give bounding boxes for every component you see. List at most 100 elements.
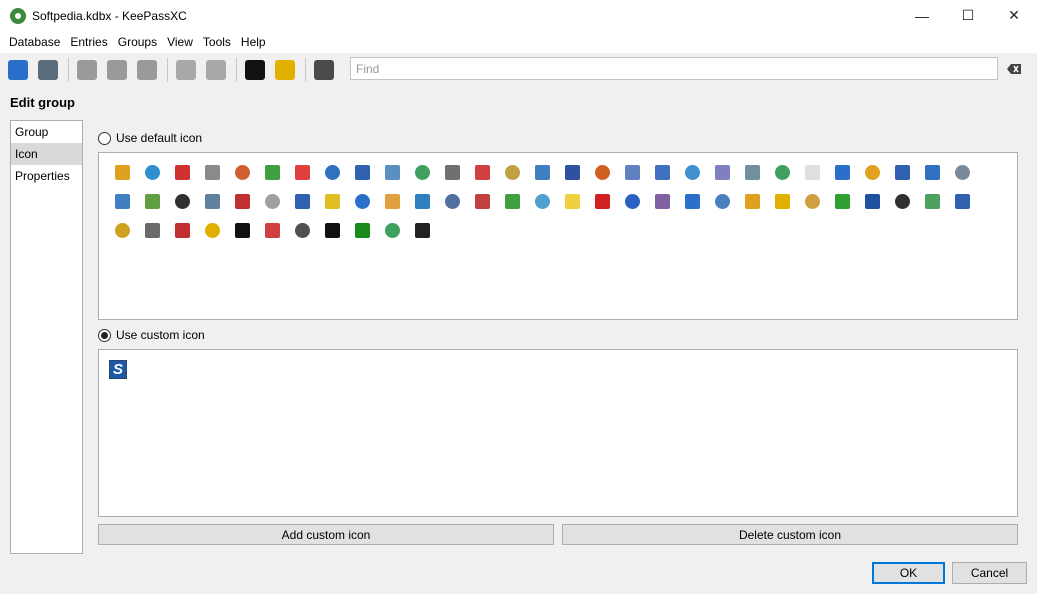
default-icon-option-60[interactable] bbox=[167, 216, 197, 245]
search-input[interactable] bbox=[351, 58, 997, 79]
default-icon-option-13[interactable] bbox=[497, 158, 527, 187]
edit-entry-button[interactable] bbox=[103, 56, 131, 84]
default-icon-option-0[interactable] bbox=[107, 158, 137, 187]
default-icon-option-6[interactable] bbox=[287, 158, 317, 187]
default-icon-option-16[interactable] bbox=[587, 158, 617, 187]
default-icon-option-54[interactable] bbox=[857, 187, 887, 216]
search-options-button[interactable] bbox=[310, 56, 338, 84]
default-icon-option-44[interactable] bbox=[557, 187, 587, 216]
default-icon-option-37[interactable] bbox=[347, 187, 377, 216]
open-database-button[interactable] bbox=[4, 56, 32, 84]
menu-database[interactable]: Database bbox=[4, 32, 65, 52]
default-icon-option-68[interactable] bbox=[407, 216, 437, 245]
category-icon[interactable]: Icon bbox=[11, 143, 82, 165]
default-icon-option-26[interactable] bbox=[887, 158, 917, 187]
default-icon-option-27[interactable] bbox=[917, 158, 947, 187]
minimize-button[interactable]: — bbox=[899, 0, 945, 31]
default-icon-option-50[interactable] bbox=[737, 187, 767, 216]
default-icon-option-12[interactable] bbox=[467, 158, 497, 187]
default-icon-option-17[interactable] bbox=[617, 158, 647, 187]
menu-tools[interactable]: Tools bbox=[198, 32, 236, 52]
default-icon-option-34[interactable] bbox=[257, 187, 287, 216]
custom-icon-radio[interactable] bbox=[98, 328, 111, 342]
default-icon-option-56[interactable] bbox=[917, 187, 947, 216]
default-icon-option-15[interactable] bbox=[557, 158, 587, 187]
default-icon-option-33[interactable] bbox=[227, 187, 257, 216]
softpedia-custom-icon[interactable]: S bbox=[109, 360, 127, 379]
default-icon-option-39[interactable] bbox=[407, 187, 437, 216]
default-icon-option-41[interactable] bbox=[467, 187, 497, 216]
default-icon-option-45[interactable] bbox=[587, 187, 617, 216]
default-icon-option-43[interactable] bbox=[527, 187, 557, 216]
default-icon-option-19[interactable] bbox=[677, 158, 707, 187]
default-icon-option-25[interactable] bbox=[857, 158, 887, 187]
default-icon-option-65[interactable] bbox=[317, 216, 347, 245]
delete-entry-button[interactable] bbox=[133, 56, 161, 84]
default-icon-option[interactable]: Use default icon bbox=[98, 131, 202, 145]
default-icon-option-24[interactable] bbox=[827, 158, 857, 187]
maximize-button[interactable]: ☐ bbox=[945, 0, 991, 31]
default-icon-option-38[interactable] bbox=[377, 187, 407, 216]
default-icon-option-22[interactable] bbox=[767, 158, 797, 187]
default-icon-option-47[interactable] bbox=[647, 187, 677, 216]
close-button[interactable]: ✕ bbox=[991, 0, 1037, 31]
default-icon-option-3[interactable] bbox=[197, 158, 227, 187]
clear-search-icon[interactable] bbox=[1005, 60, 1023, 78]
default-icon-option-58[interactable] bbox=[107, 216, 137, 245]
category-properties[interactable]: Properties bbox=[11, 165, 82, 187]
default-icon-option-5[interactable] bbox=[257, 158, 287, 187]
default-icon-option-53[interactable] bbox=[827, 187, 857, 216]
add-custom-icon-button[interactable]: Add custom icon bbox=[98, 524, 554, 545]
menu-view[interactable]: View bbox=[162, 32, 198, 52]
default-icon-option-29[interactable] bbox=[107, 187, 137, 216]
default-icon-option-64[interactable] bbox=[287, 216, 317, 245]
menu-help[interactable]: Help bbox=[236, 32, 271, 52]
default-icon-option-30[interactable] bbox=[137, 187, 167, 216]
default-icon-option-55[interactable] bbox=[887, 187, 917, 216]
default-icon-option-2[interactable] bbox=[167, 158, 197, 187]
save-database-button[interactable] bbox=[34, 56, 62, 84]
lock-database-button[interactable] bbox=[271, 56, 299, 84]
default-icon-option-62[interactable] bbox=[227, 216, 257, 245]
custom-icon-option[interactable]: Use custom icon bbox=[98, 328, 205, 342]
default-icon-option-4[interactable] bbox=[227, 158, 257, 187]
default-icon-option-28[interactable] bbox=[947, 158, 977, 187]
default-icon-option-11[interactable] bbox=[437, 158, 467, 187]
default-icon-option-66[interactable] bbox=[347, 216, 377, 245]
default-icon-option-40[interactable] bbox=[437, 187, 467, 216]
default-icon-option-67[interactable] bbox=[377, 216, 407, 245]
default-icon-option-57[interactable] bbox=[947, 187, 977, 216]
cancel-button[interactable]: Cancel bbox=[952, 562, 1027, 584]
default-icon-option-9[interactable] bbox=[377, 158, 407, 187]
default-icon-option-52[interactable] bbox=[797, 187, 827, 216]
default-icon-option-36[interactable] bbox=[317, 187, 347, 216]
default-icon-option-48[interactable] bbox=[677, 187, 707, 216]
default-icon-option-21[interactable] bbox=[737, 158, 767, 187]
default-icon-option-49[interactable] bbox=[707, 187, 737, 216]
default-icon-option-42[interactable] bbox=[497, 187, 527, 216]
default-icon-option-7[interactable] bbox=[317, 158, 347, 187]
default-icon-option-46[interactable] bbox=[617, 187, 647, 216]
default-icon-option-61[interactable] bbox=[197, 216, 227, 245]
default-icon-option-31[interactable] bbox=[167, 187, 197, 216]
default-icon-option-35[interactable] bbox=[287, 187, 317, 216]
default-icon-option-51[interactable] bbox=[767, 187, 797, 216]
default-icon-option-1[interactable] bbox=[137, 158, 167, 187]
default-icon-option-18[interactable] bbox=[647, 158, 677, 187]
delete-custom-icon-button[interactable]: Delete custom icon bbox=[562, 524, 1018, 545]
default-icon-option-10[interactable] bbox=[407, 158, 437, 187]
password-generator-button[interactable] bbox=[241, 56, 269, 84]
copy-password-button[interactable] bbox=[202, 56, 230, 84]
default-icon-option-32[interactable] bbox=[197, 187, 227, 216]
ok-button[interactable]: OK bbox=[872, 562, 945, 584]
default-icon-option-20[interactable] bbox=[707, 158, 737, 187]
default-icon-option-63[interactable] bbox=[257, 216, 287, 245]
menu-groups[interactable]: Groups bbox=[113, 32, 162, 52]
default-icon-option-23[interactable] bbox=[797, 158, 827, 187]
default-icon-radio[interactable] bbox=[98, 131, 111, 145]
default-icon-option-14[interactable] bbox=[527, 158, 557, 187]
menu-entries[interactable]: Entries bbox=[65, 32, 112, 52]
copy-username-button[interactable] bbox=[172, 56, 200, 84]
default-icon-option-8[interactable] bbox=[347, 158, 377, 187]
category-group[interactable]: Group bbox=[11, 121, 82, 143]
